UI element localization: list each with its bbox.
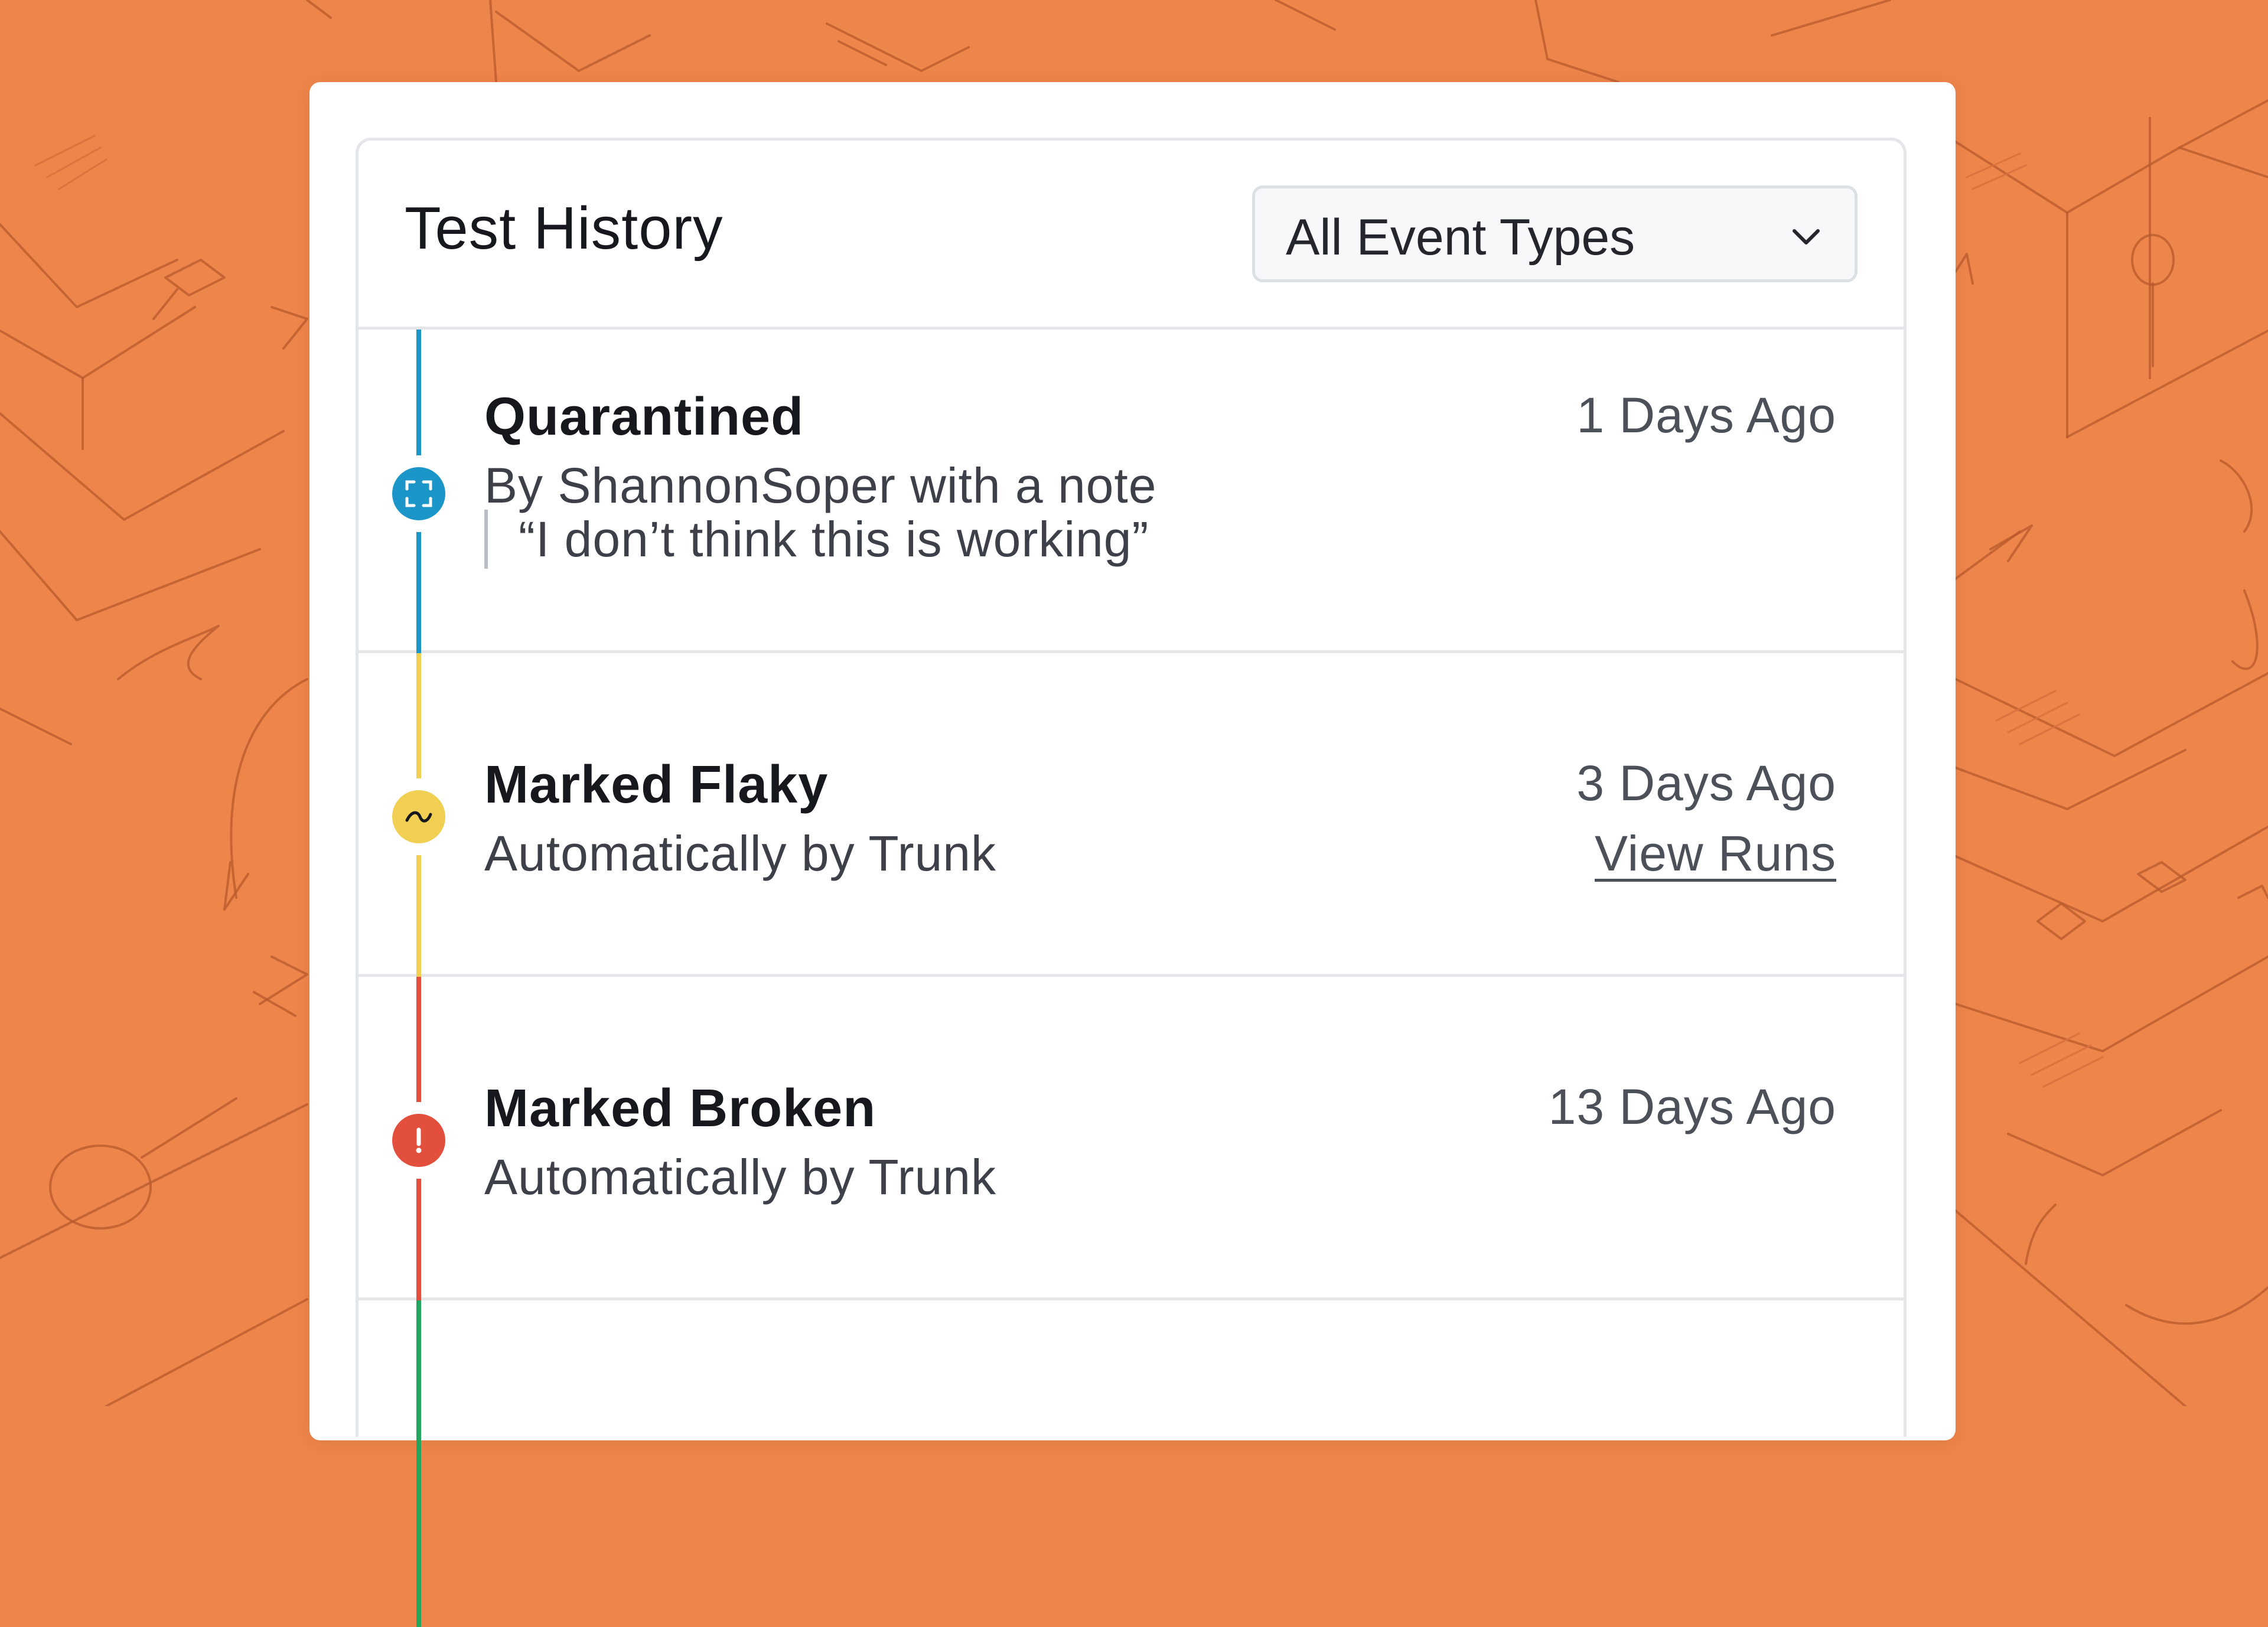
event-row-broken: Marked Broken 13 Days Ago Automatically …	[359, 977, 1904, 1300]
event-row-flaky: Marked Flaky 3 Days Ago Automatically by…	[359, 653, 1904, 977]
event-type-dropdown[interactable]: All Event Types	[1252, 185, 1858, 282]
event-type-selected: All Event Types	[1286, 209, 1635, 266]
page-title: Test History	[405, 195, 724, 262]
event-row-quarantined: Quarantined 1 Days Ago By ShannonSoper w…	[359, 330, 1904, 653]
flaky-wave-icon	[392, 790, 445, 843]
test-history-panel: Test History All Event Types Quarantined…	[356, 138, 1907, 1627]
event-subtitle: Automatically by Trunk	[484, 1149, 997, 1205]
event-title: Marked Broken	[484, 1079, 876, 1138]
event-row-partial	[359, 1300, 1904, 1627]
quarantine-icon	[392, 467, 445, 520]
event-subtitle: Automatically by Trunk	[484, 826, 997, 881]
event-note: “I don’t think this is working”	[484, 510, 1149, 569]
chevron-down-icon	[1793, 229, 1820, 244]
broken-alert-icon	[392, 1114, 445, 1167]
event-time: 3 Days Ago	[1576, 755, 1836, 811]
main-card: Test History All Event Types Quarantined…	[309, 82, 1956, 1627]
event-subtitle: By ShannonSoper with a note	[484, 458, 1157, 513]
event-title: Marked Flaky	[484, 755, 829, 814]
event-time: 13 Days Ago	[1548, 1079, 1836, 1134]
timeline-segment	[416, 1300, 421, 1627]
event-time: 1 Days Ago	[1576, 387, 1836, 443]
view-runs-link[interactable]: View Runs	[1595, 829, 1836, 878]
event-title: Quarantined	[484, 387, 804, 446]
panel-header: Test History All Event Types	[359, 141, 1904, 330]
